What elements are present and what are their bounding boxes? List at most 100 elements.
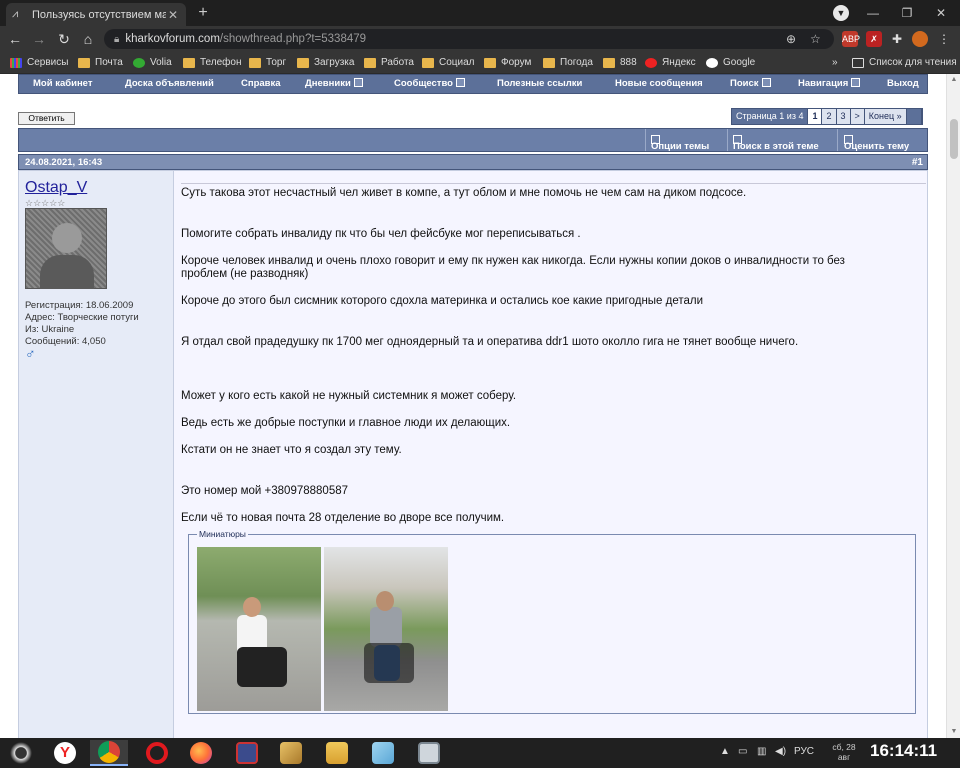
nav-help[interactable]: Справка [241, 78, 281, 89]
file-explorer-app[interactable] [318, 740, 356, 766]
network-icon[interactable]: ▥ [757, 746, 766, 757]
notepad-icon [372, 742, 394, 764]
google-icon [706, 58, 718, 68]
yandex-browser-app[interactable]: Y [46, 740, 84, 766]
search-in-thread[interactable]: Поиск в этой теме [733, 135, 819, 152]
post-divider [181, 183, 926, 184]
new-tab-button[interactable]: + [193, 4, 213, 22]
browser-menu-icon[interactable]: ⋮ [936, 31, 952, 47]
nav-useful-links[interactable]: Полезные ссылки [497, 78, 582, 89]
bookmark-star-icon[interactable]: ☆ [810, 29, 821, 49]
folder-icon [543, 58, 555, 68]
bookmark-forum[interactable]: Форум [484, 55, 531, 71]
nav-my-cabinet[interactable]: Мой кабинет [33, 78, 93, 89]
nav-new-messages[interactable]: Новые сообщения [615, 78, 703, 89]
media-control-icon[interactable]: ▼ [833, 5, 849, 21]
bookmark-trade[interactable]: Торг [249, 55, 286, 71]
zoom-icon[interactable]: ⊕ [786, 29, 796, 49]
bookmark-phone[interactable]: Телефон [183, 55, 241, 71]
browser-tab-strip: ⩘ Пользуясь отсутствием мардер ✕ + ▼ — ❐… [0, 0, 960, 26]
extensions-puzzle-icon[interactable]: ✚ [889, 31, 905, 47]
bookmark-google[interactable]: Google [706, 55, 755, 71]
opera-app[interactable] [138, 740, 176, 766]
scroll-up-icon[interactable]: ▲ [947, 74, 960, 86]
bookmark-services[interactable]: Сервисы [10, 55, 68, 71]
bookmark-social[interactable]: Социал [422, 55, 475, 71]
more-bookmarks-button[interactable]: » [832, 55, 838, 71]
notepad-app[interactable] [364, 740, 402, 766]
username-link[interactable]: Ostap_V [25, 179, 87, 197]
windows-taskbar: Y ▲ ▭ ▥ ◀) РУС сб, 28 авг 16:14:11 [0, 738, 960, 768]
reading-list-button[interactable]: Список для чтения [852, 55, 957, 71]
avatar[interactable] [25, 208, 107, 289]
abp-extension-icon[interactable]: ABP [842, 31, 860, 47]
nav-navigation[interactable]: Навигация [798, 78, 861, 89]
nav-community[interactable]: Сообщество [394, 78, 465, 89]
monitor-icon [418, 742, 440, 764]
forward-arrow-icon[interactable]: → [30, 30, 48, 48]
nav-diaries[interactable]: Дневники [305, 78, 363, 89]
tray-expand-icon[interactable]: ▲ [720, 746, 730, 757]
page-scrollbar[interactable]: ▲ ▼ [946, 74, 960, 738]
browser-tab[interactable]: ⩘ Пользуясь отсутствием мардер ✕ [6, 3, 186, 26]
bookmark-mail[interactable]: Почта [78, 55, 123, 71]
bookmark-888[interactable]: 888 [603, 55, 637, 71]
bookmark-work[interactable]: Работа [364, 55, 414, 71]
profile-avatar[interactable] [912, 31, 928, 47]
clock[interactable]: 16:14:11 [870, 741, 937, 761]
monitor-app[interactable] [410, 740, 448, 766]
volume-icon[interactable]: ◀) [775, 746, 786, 757]
home-icon[interactable]: ⌂ [79, 30, 97, 48]
red-extension-icon[interactable]: ✗ [866, 31, 882, 47]
chrome-icon [98, 741, 120, 763]
forum-favicon-icon: ⩘ [12, 7, 19, 20]
browser-toolbar: ← → ↻ ⌂ 🔒︎ kharkovforum.com/showthread.ph… [0, 26, 960, 52]
user-registration: Регистрация: 18.06.2009 [25, 300, 134, 311]
close-tab-icon[interactable]: ✕ [166, 8, 180, 22]
post-body: Суть такова этот несчастный чел живет в … [181, 171, 926, 738]
attachment-thumbnail[interactable] [324, 547, 448, 711]
maximize-icon[interactable]: ❐ [890, 0, 924, 26]
attachment-thumbnail[interactable] [197, 547, 321, 711]
scrollbar-thumb[interactable] [950, 119, 958, 159]
address-bar[interactable]: 🔒︎ kharkovforum.com/showthread.php?t=5338… [104, 29, 834, 49]
divider [645, 129, 646, 151]
save-app[interactable] [228, 740, 266, 766]
post-number[interactable]: #1 [912, 157, 923, 168]
start-button[interactable] [2, 740, 40, 766]
firefox-icon [190, 742, 212, 764]
page-2[interactable]: 2 [822, 109, 837, 124]
folder-icon [249, 58, 261, 68]
reload-icon[interactable]: ↻ [55, 30, 73, 48]
tray-device-icon[interactable]: ▭ [738, 746, 747, 757]
last-page[interactable]: Конец » [864, 109, 907, 124]
thread-options[interactable]: Опции темы [651, 135, 709, 152]
bookmark-yandex[interactable]: Яндекс [645, 55, 696, 71]
post-line: Короче человек инвалид и очень плохо гов… [181, 255, 845, 267]
reply-button[interactable]: Ответить [18, 112, 75, 125]
photo-person-head [376, 591, 394, 611]
back-arrow-icon[interactable]: ← [6, 30, 24, 48]
scroll-down-icon[interactable]: ▼ [947, 726, 960, 738]
bookmark-download[interactable]: Загрузка [297, 55, 354, 71]
minimize-icon[interactable]: — [856, 0, 890, 26]
windows-logo-icon [10, 742, 32, 764]
close-window-icon[interactable]: ✕ [924, 0, 958, 26]
bookmark-volia[interactable]: Volia [133, 55, 172, 71]
folder-icon [484, 58, 496, 68]
tools-app[interactable] [272, 740, 310, 766]
post-line: Я отдал свой прадедушку пк 1700 мег одно… [181, 336, 799, 348]
nav-logout[interactable]: Выход [887, 78, 919, 89]
date-display[interactable]: сб, 28 авг [827, 742, 861, 762]
page-jump-icon[interactable] [906, 109, 922, 124]
chrome-app[interactable] [90, 740, 128, 766]
firefox-app[interactable] [182, 740, 220, 766]
tab-title: Пользуясь отсутствием мардер [32, 8, 166, 21]
language-indicator[interactable]: РУС [794, 746, 814, 757]
nav-search[interactable]: Поиск [730, 78, 771, 89]
bookmark-weather[interactable]: Погода [543, 55, 593, 71]
next-page[interactable]: > [850, 109, 865, 124]
rate-thread[interactable]: Оценить тему [844, 135, 909, 152]
page-3[interactable]: 3 [836, 109, 851, 124]
nav-ads-board[interactable]: Доска объявлений [125, 78, 214, 89]
